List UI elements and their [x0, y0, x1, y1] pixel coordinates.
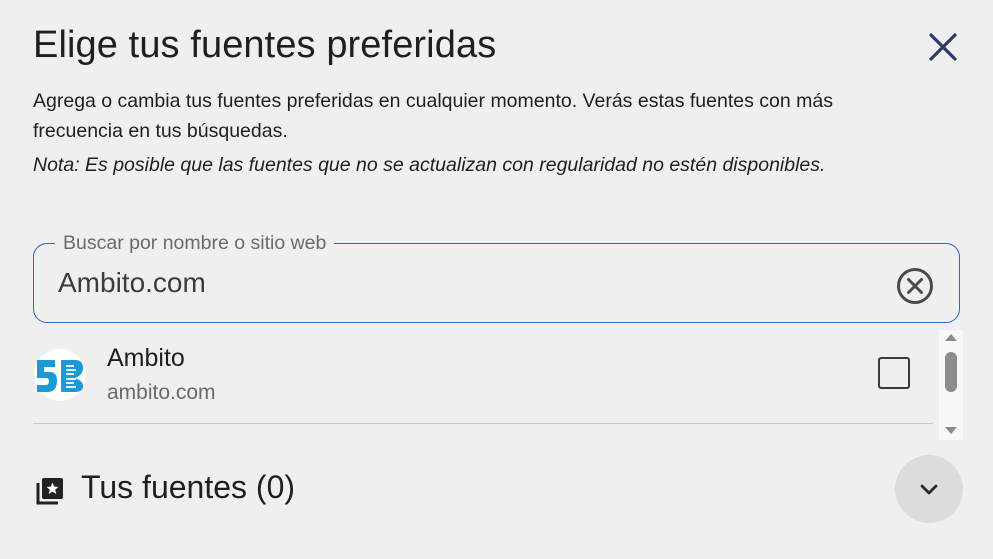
ambito-logo	[34, 349, 86, 401]
your-sources-section[interactable]: Tus fuentes (0)	[33, 455, 963, 524]
expand-your-sources-button[interactable]	[895, 455, 963, 523]
library-star-icon	[36, 478, 63, 505]
search-label: Buscar por nombre o sitio web	[55, 231, 335, 255]
result-item[interactable]: Ambito ambito.com	[33, 330, 933, 424]
chevron-down-icon	[920, 484, 938, 495]
search-input[interactable]	[58, 262, 858, 304]
clear-search-button[interactable]	[894, 265, 936, 307]
clear-circle-icon	[897, 268, 933, 304]
results-scrollbar[interactable]	[939, 330, 963, 440]
scroll-thumb[interactable]	[945, 352, 957, 392]
source-checkbox[interactable]	[878, 357, 910, 389]
search-field: Buscar por nombre o sitio web	[33, 231, 960, 323]
results-list: Ambito ambito.com	[33, 330, 963, 440]
close-icon	[929, 33, 957, 61]
source-name: Ambito	[107, 344, 185, 372]
scroll-down-arrow-icon[interactable]	[945, 427, 957, 434]
dialog-title: Elige tus fuentes preferidas	[33, 24, 497, 66]
sources-dialog: Elige tus fuentes preferidas Agrega o ca…	[0, 0, 993, 559]
your-sources-label: Tus fuentes (0)	[81, 469, 296, 505]
close-button[interactable]	[920, 24, 966, 70]
dialog-description: Agrega o cambia tus fuentes preferidas e…	[33, 90, 833, 142]
source-domain: ambito.com	[107, 381, 216, 404]
dialog-note: Nota: Es posible que las fuentes que no …	[33, 154, 826, 176]
scroll-up-arrow-icon[interactable]	[945, 334, 957, 341]
